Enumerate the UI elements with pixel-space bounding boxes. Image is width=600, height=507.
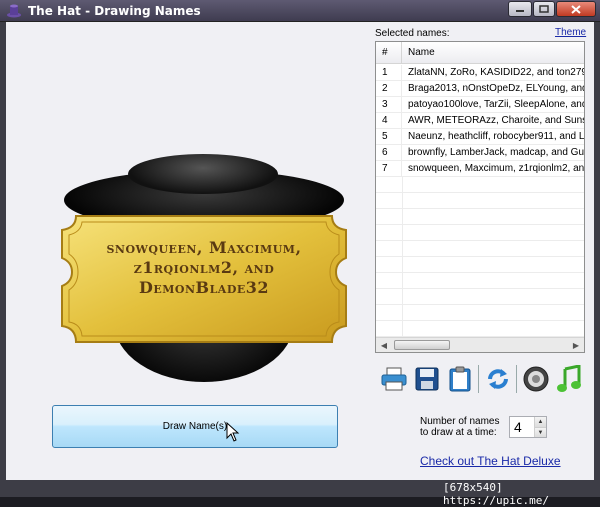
scroll-thumb[interactable]	[394, 340, 450, 350]
empty-row	[376, 289, 584, 305]
maximize-button[interactable]	[533, 1, 555, 17]
row-name: AWR, METEORAzz, Charoite, and Sunshi	[408, 115, 584, 126]
hat-illustration: snowqueen, Maxcimum, z1rqionlm2, and Dem…	[54, 142, 354, 402]
names-per-draw-stepper[interactable]: 4 ▲ ▼	[509, 416, 547, 438]
theme-link[interactable]: Theme	[555, 27, 586, 38]
row-number: 3	[376, 97, 402, 112]
close-button[interactable]	[556, 1, 596, 17]
scroll-right-arrow-icon[interactable]: ▶	[568, 338, 584, 352]
table-row[interactable]: 2 Braga2013, nOnstOpeDz, ELYoung, and T	[376, 81, 584, 97]
watermark: [678x540] https://upic.me/	[443, 481, 549, 507]
empty-row	[376, 257, 584, 273]
decrement-arrow-icon[interactable]: ▼	[534, 427, 546, 437]
table-header: # Name	[376, 42, 584, 64]
names-per-draw-label: Number of names to draw at a time:	[420, 416, 500, 438]
empty-row	[376, 321, 584, 337]
title-bar[interactable]: The Hat - Drawing Names	[0, 0, 600, 22]
table-row[interactable]: 4 AWR, METEORAzz, Charoite, and Sunshi	[376, 113, 584, 129]
save-icon	[415, 367, 439, 391]
draw-names-button[interactable]: Draw Name(s)	[52, 405, 338, 448]
minimize-icon	[516, 10, 524, 12]
selected-names-table[interactable]: # Name 1 ZlataNN, ZoRo, KASIDID22, and t…	[375, 41, 585, 353]
table-row[interactable]: 7 snowqueen, Maxcimum, z1rqionlm2, and D	[376, 161, 584, 177]
row-number: 6	[376, 145, 402, 160]
clipboard-icon	[449, 366, 471, 392]
selected-names-label: Selected names:	[375, 28, 450, 39]
row-number: 2	[376, 81, 402, 96]
reset-button[interactable]	[483, 364, 513, 394]
deluxe-link[interactable]: Check out The Hat Deluxe	[420, 454, 561, 468]
close-icon	[571, 4, 581, 14]
empty-row	[376, 305, 584, 321]
print-button[interactable]	[379, 364, 409, 394]
speaker-icon	[523, 366, 549, 392]
sound-toggle-button[interactable]	[521, 364, 551, 394]
refresh-icon	[488, 369, 508, 389]
mouse-pointer-icon	[226, 422, 240, 442]
empty-row	[376, 209, 584, 225]
row-number: 5	[376, 129, 402, 144]
row-name: brownfly, LamberJack, madcap, and Guti	[408, 147, 584, 158]
table-row[interactable]: 1 ZlataNN, ZoRo, KASIDID22, and ton2799	[376, 65, 584, 81]
table-row[interactable]: 3 patoyao100love, TarZii, SleepAlone, an…	[376, 97, 584, 113]
copy-to-clipboard-button[interactable]	[445, 364, 475, 394]
table-row[interactable]: 5 Naeunz, heathcliff, robocyber911, and …	[376, 129, 584, 145]
empty-row	[376, 177, 584, 193]
row-name: patoyao100love, TarZii, SleepAlone, and …	[408, 99, 584, 110]
empty-row	[376, 225, 584, 241]
empty-row	[376, 193, 584, 209]
row-number: 4	[376, 113, 402, 128]
row-name: Naeunz, heathcliff, robocyber911, and Li…	[408, 131, 584, 142]
toolbar-separator	[478, 365, 479, 393]
row-name: Braga2013, nOnstOpeDz, ELYoung, and T	[408, 83, 584, 94]
column-header-number[interactable]: #	[376, 42, 402, 64]
main-panel: snowqueen, Maxcimum, z1rqionlm2, and Dem…	[6, 22, 594, 480]
toolbar-separator	[516, 365, 517, 393]
horizontal-scrollbar[interactable]: ◀ ▶	[376, 337, 584, 352]
empty-row	[376, 241, 584, 257]
app-hat-icon	[7, 4, 21, 18]
names-per-draw-value[interactable]: 4	[514, 419, 522, 435]
window-controls	[508, 1, 596, 17]
increment-arrow-icon[interactable]: ▲	[534, 417, 546, 427]
print-icon	[381, 367, 407, 391]
row-number: 7	[376, 161, 402, 176]
row-name: ZlataNN, ZoRo, KASIDID22, and ton2799	[408, 67, 584, 78]
toolbar	[379, 362, 589, 396]
column-header-name[interactable]: Name	[402, 42, 584, 64]
ticket-names: snowqueen, Maxcimum, z1rqionlm2, and Dem…	[106, 238, 302, 297]
window-title: The Hat - Drawing Names	[28, 4, 201, 18]
maximize-icon	[539, 5, 549, 13]
save-button[interactable]	[412, 364, 442, 394]
drawn-ticket: snowqueen, Maxcimum, z1rqionlm2, and Dem…	[54, 210, 354, 350]
hat-opening	[128, 154, 278, 194]
empty-row	[376, 273, 584, 289]
table-row[interactable]: 6 brownfly, LamberJack, madcap, and Guti	[376, 145, 584, 161]
app-window: The Hat - Drawing Names snowqueen, Maxci…	[0, 0, 600, 507]
music-toggle-button[interactable]	[554, 364, 584, 394]
scroll-left-arrow-icon[interactable]: ◀	[376, 338, 392, 352]
row-number: 1	[376, 65, 402, 80]
music-note-icon	[557, 365, 581, 392]
draw-names-label: Draw Name(s)	[162, 421, 228, 432]
row-name: snowqueen, Maxcimum, z1rqionlm2, and D	[408, 163, 584, 174]
minimize-button[interactable]	[508, 1, 532, 17]
